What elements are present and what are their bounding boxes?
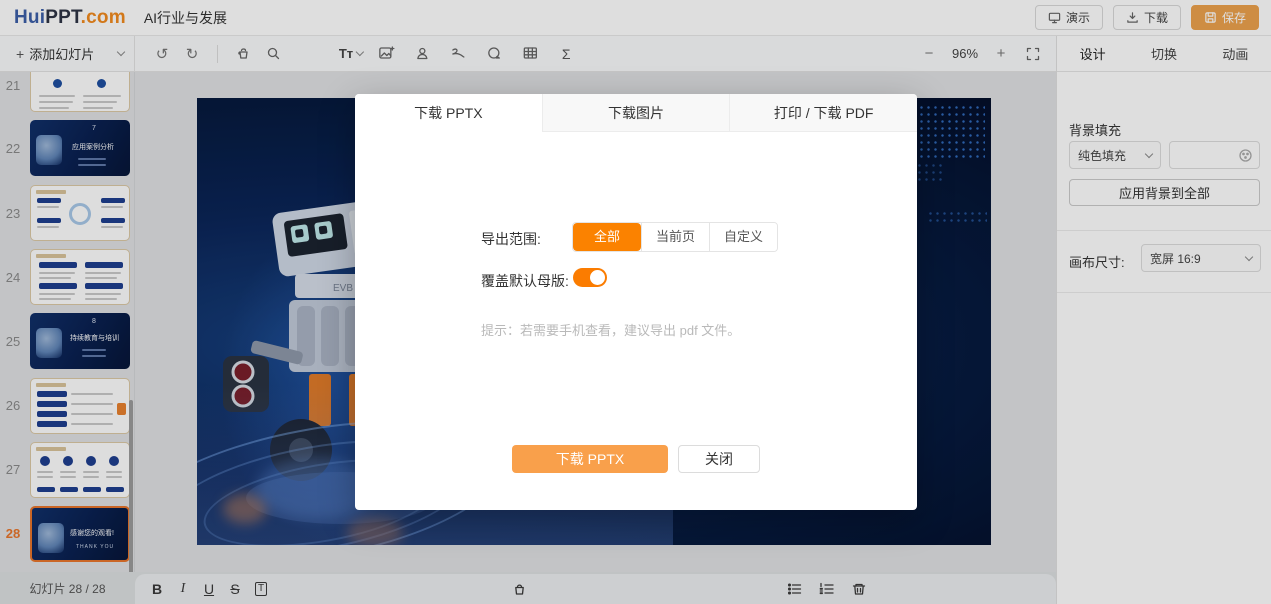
export-hint: 提示：若需要手机查看，建议导出 pdf 文件。 (481, 320, 740, 339)
export-range-segmented: 全部 当前页 自定义 (572, 222, 778, 252)
dialog-tab-pdf[interactable]: 打印 / 下载 PDF (729, 94, 917, 132)
range-option-all[interactable]: 全部 (573, 223, 641, 251)
toggle-knob (590, 270, 605, 285)
dialog-tab-image[interactable]: 下载图片 (542, 94, 730, 132)
dialog-download-pptx-button[interactable]: 下载 PPTX (512, 445, 668, 473)
range-option-custom[interactable]: 自定义 (709, 223, 777, 251)
export-dialog: 下载 PPTX 下载图片 打印 / 下载 PDF 导出范围: 全部 当前页 自定… (355, 94, 917, 510)
range-option-current[interactable]: 当前页 (641, 223, 709, 251)
export-range-label: 导出范围: (481, 229, 541, 249)
dialog-tab-pptx[interactable]: 下载 PPTX (355, 94, 542, 132)
override-master-label: 覆盖默认母版: (481, 271, 569, 291)
override-master-toggle[interactable] (573, 268, 607, 287)
dialog-close-button[interactable]: 关闭 (678, 445, 760, 473)
